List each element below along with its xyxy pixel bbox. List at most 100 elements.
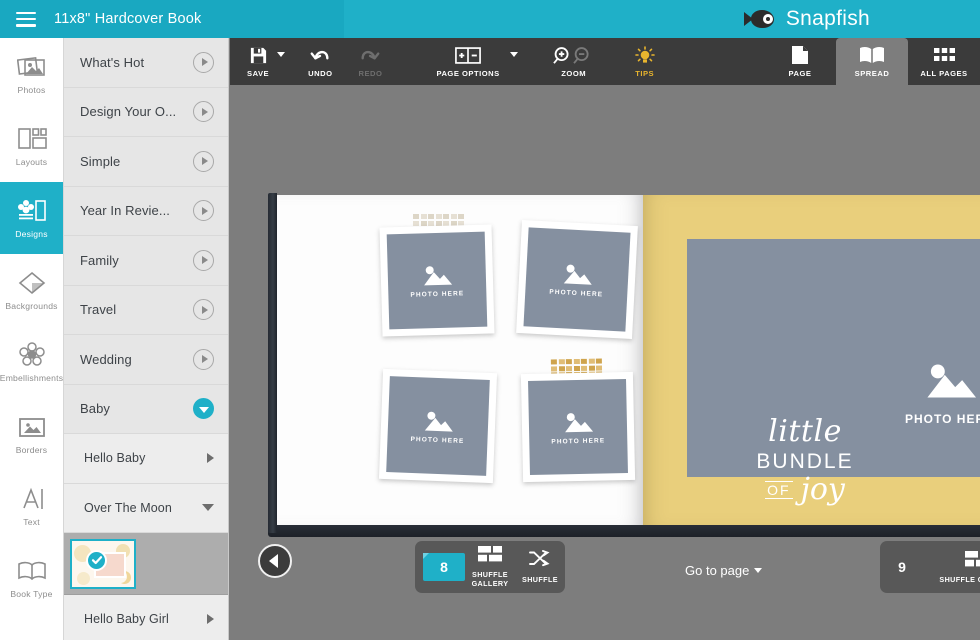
- sidebar-item-book-type[interactable]: Book Type: [0, 542, 63, 614]
- right-page-photo-placeholder[interactable]: PHOTO HERE: [905, 359, 980, 426]
- toolbar-label: SAVE: [247, 69, 269, 78]
- brand-logo-group: Snapfish: [744, 0, 870, 38]
- chevron-right-icon[interactable]: [193, 151, 214, 172]
- design-thumbnail-row: [64, 533, 228, 595]
- category-row-simple[interactable]: Simple: [64, 137, 228, 187]
- toolbar-label: REDO: [358, 69, 382, 78]
- category-row-baby[interactable]: Baby: [64, 385, 228, 435]
- sidebar-item-designs[interactable]: Designs: [0, 182, 63, 254]
- category-row-family[interactable]: Family: [64, 236, 228, 286]
- category-row-year-in-review[interactable]: Year In Revie...: [64, 187, 228, 237]
- photo-placeholder[interactable]: PHOTO HERE: [380, 224, 495, 336]
- image-placeholder-icon: [418, 262, 457, 288]
- image-placeholder-icon: [419, 408, 458, 434]
- category-row-wedding[interactable]: Wedding: [64, 335, 228, 385]
- category-row-hello-baby-girl[interactable]: Hello Baby Girl: [64, 595, 228, 640]
- toolbar-label: ZOOM: [561, 69, 586, 78]
- shuffle-gallery-icon: [965, 551, 980, 572]
- sidebar-item-text[interactable]: Text: [0, 470, 63, 542]
- page-options-icon: [455, 46, 481, 66]
- chevron-right-icon[interactable]: [193, 52, 214, 73]
- view-tab-label: SPREAD: [855, 69, 890, 78]
- book-type-icon: [17, 558, 47, 584]
- zoom-button[interactable]: ZOOM: [544, 38, 604, 85]
- title-line-joy: joy: [801, 475, 845, 505]
- toolbar-label: UNDO: [308, 69, 332, 78]
- book-canvas: PHOTO HERE PHOTO HERE: [230, 85, 980, 640]
- chevron-right-icon[interactable]: [207, 453, 214, 463]
- borders-icon: [17, 414, 47, 440]
- left-page-number[interactable]: 8: [423, 553, 465, 581]
- check-icon: [86, 550, 107, 571]
- photo-placeholder[interactable]: PHOTO HERE: [516, 220, 638, 339]
- category-row-hello-baby[interactable]: Hello Baby: [64, 434, 228, 484]
- layouts-icon: [17, 126, 47, 152]
- sidebar-item-label: Layouts: [16, 157, 48, 167]
- chevron-down-icon[interactable]: [510, 52, 518, 57]
- chevron-down-icon[interactable]: [202, 504, 214, 511]
- photo-placeholder[interactable]: PHOTO HERE: [521, 372, 635, 482]
- photo-placeholder[interactable]: PHOTO HERE: [379, 369, 497, 483]
- previous-spread-button[interactable]: [258, 544, 292, 578]
- single-page-icon: [791, 45, 809, 65]
- chevron-down-icon[interactable]: [277, 52, 285, 57]
- sidebar-item-label: Designs: [15, 229, 47, 239]
- category-label: Simple: [80, 154, 120, 169]
- page-options-button[interactable]: PAGE OPTIONS: [427, 38, 517, 85]
- sidebar-item-label: Backgrounds: [5, 301, 57, 311]
- over-the-moon-design-thumbnail[interactable]: [70, 539, 136, 589]
- category-label: Hello Baby Girl: [84, 612, 169, 626]
- sidebar-item-label: Text: [23, 517, 40, 527]
- category-label: Travel: [80, 302, 116, 317]
- chevron-right-icon[interactable]: [207, 614, 214, 624]
- shuffle-gallery-label: SHUFFLE GALLERY: [465, 570, 515, 588]
- shuffle-gallery-button[interactable]: SHUFFLE GALLERY: [924, 551, 980, 584]
- design-title-artwork: little BUNDLE OF joy: [745, 417, 865, 505]
- view-tab-label: PAGE: [789, 69, 812, 78]
- go-to-page-dropdown[interactable]: Go to page: [685, 563, 762, 578]
- sidebar-item-borders[interactable]: Borders: [0, 398, 63, 470]
- chevron-right-icon[interactable]: [193, 200, 214, 221]
- sidebar-item-backgrounds[interactable]: Backgrounds: [0, 254, 63, 326]
- shuffle-button[interactable]: SHUFFLE: [515, 550, 565, 584]
- left-page[interactable]: PHOTO HERE PHOTO HERE: [277, 195, 643, 525]
- snapfish-book-editor: 11x8" Hardcover Book Snapfish P: [0, 0, 980, 640]
- book-cover-spine: [268, 193, 277, 533]
- category-row-design-your-own[interactable]: Design Your O...: [64, 88, 228, 138]
- category-row-over-the-moon[interactable]: Over The Moon: [64, 484, 228, 534]
- toolbar-label: TIPS: [635, 69, 654, 78]
- right-page-number[interactable]: 9: [880, 559, 924, 575]
- right-page-photo-panel[interactable]: little BUNDLE OF joy: [687, 239, 980, 477]
- backgrounds-icon: [17, 270, 47, 296]
- save-disk-icon: [249, 46, 268, 66]
- photo-placeholder-label: PHOTO HERE: [410, 290, 464, 299]
- brand-name: Snapfish: [786, 7, 870, 31]
- category-label: Baby: [80, 401, 110, 416]
- category-label: Wedding: [80, 352, 132, 367]
- shuffle-gallery-button[interactable]: SHUFFLE GALLERY: [465, 546, 515, 588]
- chevron-right-icon[interactable]: [193, 250, 214, 271]
- tab-page[interactable]: PAGE: [764, 38, 836, 85]
- sidebar-item-photos[interactable]: Photos: [0, 38, 63, 110]
- designs-icon: [17, 198, 47, 224]
- undo-button[interactable]: UNDO: [299, 38, 341, 85]
- chevron-right-icon[interactable]: [193, 349, 214, 370]
- category-label: Family: [80, 253, 119, 268]
- chevron-right-icon[interactable]: [193, 299, 214, 320]
- photo-placeholder-label: PHOTO HERE: [551, 437, 605, 445]
- category-row-whats-hot[interactable]: What's Hot: [64, 38, 228, 88]
- right-page[interactable]: little BUNDLE OF joy: [643, 195, 980, 525]
- tab-spread[interactable]: SPREAD: [836, 38, 908, 85]
- sidebar-item-embellishments[interactable]: Embellishments: [0, 326, 63, 398]
- hamburger-icon[interactable]: [16, 12, 36, 27]
- sidebar-item-layouts[interactable]: Layouts: [0, 110, 63, 182]
- category-row-travel[interactable]: Travel: [64, 286, 228, 336]
- tips-button[interactable]: TIPS: [626, 38, 664, 85]
- tab-all-pages[interactable]: ALL PAGES: [908, 38, 980, 85]
- chevron-down-icon[interactable]: [193, 398, 214, 419]
- chevron-right-icon[interactable]: [193, 101, 214, 122]
- chevron-left-icon: [269, 554, 278, 568]
- photo-placeholder-label: PHOTO HERE: [549, 289, 603, 299]
- header-left-section: 11x8" Hardcover Book: [0, 0, 344, 38]
- save-button[interactable]: SAVE: [238, 38, 285, 85]
